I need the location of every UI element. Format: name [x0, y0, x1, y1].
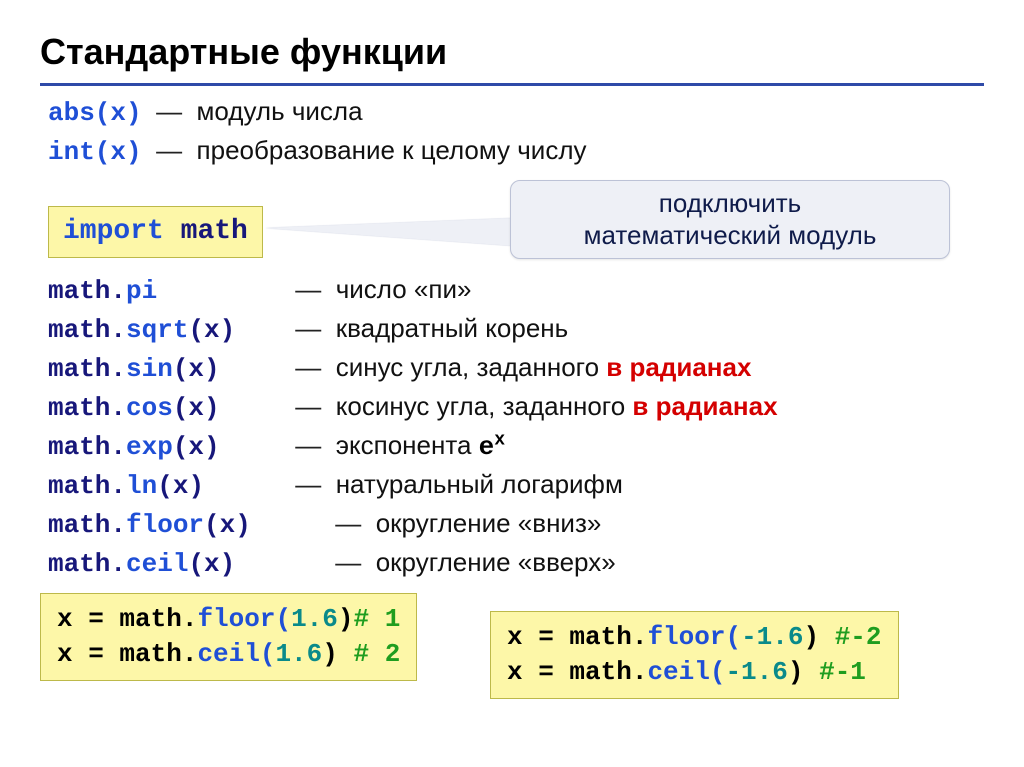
list-item: math.exp(x) — экспонента ex	[48, 428, 984, 465]
fn-desc: число «пи»	[336, 274, 472, 304]
fn-desc: косинус угла, заданного	[336, 391, 633, 421]
dash-icon: —	[156, 96, 182, 126]
fn-desc: квадратный корень	[336, 313, 569, 343]
dash-icon: —	[295, 352, 321, 382]
fn-args: (x)	[204, 510, 251, 540]
exp-sup: x	[494, 431, 505, 451]
list-item: math.pi — число «пи»	[48, 272, 984, 309]
fn-int: int(x)	[48, 137, 142, 167]
dash-icon: —	[295, 469, 321, 499]
dash-icon: —	[156, 135, 182, 165]
radians-label: в радианах	[606, 352, 751, 382]
code: x = math.	[507, 657, 647, 687]
dash-icon: —	[295, 430, 321, 460]
fn-name: ceil	[126, 549, 188, 579]
code: -1.6	[741, 622, 803, 652]
radians-label: в радианах	[632, 391, 777, 421]
examples-area: x = math.floor(1.6)# 1 x = math.ceil(1.6…	[40, 593, 984, 703]
fn-desc: экспонента	[336, 430, 479, 460]
code: x = math.	[57, 639, 197, 669]
math-fn-list: math.pi — число «пи» math.sqrt(x) — квад…	[48, 272, 984, 583]
code: x = math.	[507, 622, 647, 652]
code: -1.6	[725, 657, 787, 687]
exp-base: e	[479, 432, 495, 462]
fn-int-desc: преобразование к целому числу	[197, 135, 587, 165]
callout-tail-icon	[265, 218, 515, 246]
code: 1.6	[275, 639, 322, 669]
comment: # 1	[353, 604, 400, 634]
callout-line2: математический модуль	[527, 219, 933, 252]
fn-args: (x)	[173, 354, 220, 384]
import-keyword: import	[63, 216, 164, 247]
comment: #-1	[819, 657, 866, 687]
example-negative-box: x = math.floor(-1.6) #-2 x = math.ceil(-…	[490, 611, 899, 699]
comment: # 2	[353, 639, 400, 669]
fn-desc: округление «вверх»	[376, 547, 616, 577]
fn-name: sin	[126, 354, 173, 384]
code: x = math.	[57, 604, 197, 634]
list-item: math.cos(x) — косинус угла, заданного в …	[48, 389, 984, 426]
code: 1.6	[291, 604, 338, 634]
comment: #-2	[835, 622, 882, 652]
import-module: math	[181, 216, 248, 247]
builtin-abs: abs(x) — модуль числа	[48, 94, 976, 131]
fn-name: pi	[126, 276, 157, 306]
fn-args: (x)	[157, 471, 204, 501]
dash-icon: —	[335, 547, 361, 577]
dash-icon: —	[295, 274, 321, 304]
code: )	[322, 639, 353, 669]
list-item: math.ln(x) — натуральный логарифм	[48, 467, 984, 504]
code: )	[788, 657, 819, 687]
fn-name: exp	[126, 432, 173, 462]
fn-args: (x)	[173, 393, 220, 423]
fn-desc: округление «вниз»	[376, 508, 602, 538]
example-positive-box: x = math.floor(1.6)# 1 x = math.ceil(1.6…	[40, 593, 417, 681]
ns: math.	[48, 471, 126, 501]
fn-desc: синус угла, заданного	[336, 352, 607, 382]
code: floor(	[197, 604, 291, 634]
slide-title: Стандартные функции	[40, 28, 984, 86]
code: )	[338, 604, 354, 634]
fn-args: (x)	[173, 432, 220, 462]
list-item: math.ceil(x) — округление «вверх»	[48, 545, 984, 582]
fn-abs-desc: модуль числа	[197, 96, 363, 126]
list-item: math.floor(x) — округление «вниз»	[48, 506, 984, 543]
ns: math.	[48, 432, 126, 462]
list-item: math.sqrt(x) — квадратный корень	[48, 311, 984, 348]
ns: math.	[48, 276, 126, 306]
code: )	[803, 622, 834, 652]
code: floor(	[647, 622, 741, 652]
dash-icon: —	[295, 313, 321, 343]
ns: math.	[48, 354, 126, 384]
list-item: math.sin(x) — синус угла, заданного в ра…	[48, 350, 984, 387]
fn-desc: натуральный логарифм	[336, 469, 623, 499]
callout-box: подключить математический модуль	[510, 180, 950, 259]
fn-abs: abs(x)	[48, 98, 142, 128]
ns: math.	[48, 549, 126, 579]
ns: math.	[48, 510, 126, 540]
dash-icon: —	[295, 391, 321, 421]
ns: math.	[48, 315, 126, 345]
import-math-box: import math	[48, 206, 263, 258]
fn-name: ln	[126, 471, 157, 501]
fn-name: sqrt	[126, 315, 188, 345]
dash-icon: —	[335, 508, 361, 538]
code: ceil(	[197, 639, 275, 669]
builtin-int: int(x) — преобразование к целому числу	[48, 133, 976, 170]
code: ceil(	[647, 657, 725, 687]
ns: math.	[48, 393, 126, 423]
fn-name: floor	[126, 510, 204, 540]
fn-args: (x)	[188, 315, 235, 345]
fn-args: (x)	[188, 549, 235, 579]
callout-line1: подключить	[527, 187, 933, 220]
fn-name: cos	[126, 393, 173, 423]
import-callout-area: import math подключить математический мо…	[40, 180, 984, 266]
